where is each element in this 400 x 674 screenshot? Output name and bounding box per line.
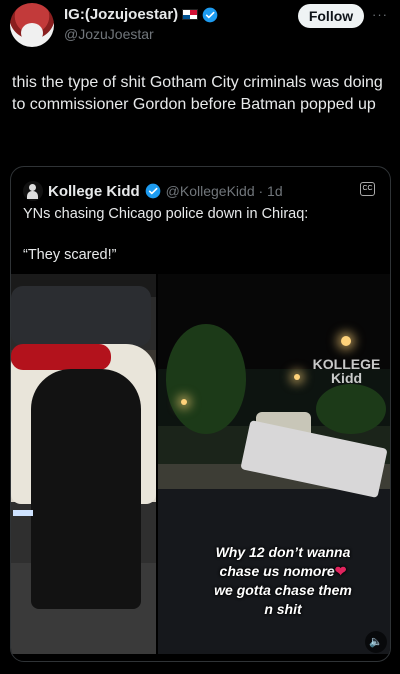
- media-image-left[interactable]: [11, 274, 156, 654]
- author-handle[interactable]: @JozuJoestar: [64, 26, 154, 42]
- watermark-line2: Kidd: [330, 370, 363, 386]
- quoted-avatar[interactable]: [23, 181, 43, 201]
- quoted-tweet[interactable]: Kollege Kidd @KollegeKidd · 1d YNs chasi…: [10, 166, 391, 662]
- kollege-kidd-watermark: KOLLEGE Kidd: [309, 357, 384, 385]
- panama-flag-icon: [182, 9, 199, 20]
- video-caption-overlay: Why 12 don’t wanna chase us nomore❤ we g…: [178, 543, 388, 619]
- quoted-text-line1: YNs chasing Chicago police down in Chira…: [23, 206, 309, 222]
- overlay-line4: n shit: [264, 601, 302, 617]
- watermark-line1: KOLLEGE: [312, 356, 381, 372]
- quoted-author-name[interactable]: Kollege Kidd: [48, 183, 140, 200]
- tweet-text: this the type of shit Gotham City crimin…: [12, 74, 383, 113]
- overlay-line3: we gotta chase them: [214, 582, 352, 598]
- verified-badge-icon: [202, 7, 218, 22]
- follow-button[interactable]: Follow: [298, 4, 364, 28]
- heart-icon: ❤: [334, 563, 347, 579]
- avatar[interactable]: [10, 3, 54, 47]
- more-options-icon[interactable]: ···: [372, 7, 388, 22]
- quoted-tweet-header: Kollege Kidd @KollegeKidd · 1d: [23, 181, 283, 201]
- author-name-row: IG:(Jozujoestar): [64, 6, 218, 23]
- captions-icon[interactable]: CC: [360, 182, 375, 196]
- author-display-name[interactable]: IG:(Jozujoestar): [64, 6, 178, 23]
- quoted-handle-time: @KollegeKidd · 1d: [165, 183, 283, 199]
- overlay-line2: chase us nomore: [219, 563, 335, 579]
- speaker-icon[interactable]: 🔈: [365, 631, 387, 653]
- verified-badge-icon: [145, 183, 161, 199]
- quoted-text-line2: “They scared!”: [23, 247, 117, 263]
- media-divider: [156, 274, 158, 654]
- overlay-line1: Why 12 don’t wanna: [215, 544, 351, 560]
- tweet-header: IG:(Jozujoestar) @JozuJoestar Follow ···: [0, 0, 400, 60]
